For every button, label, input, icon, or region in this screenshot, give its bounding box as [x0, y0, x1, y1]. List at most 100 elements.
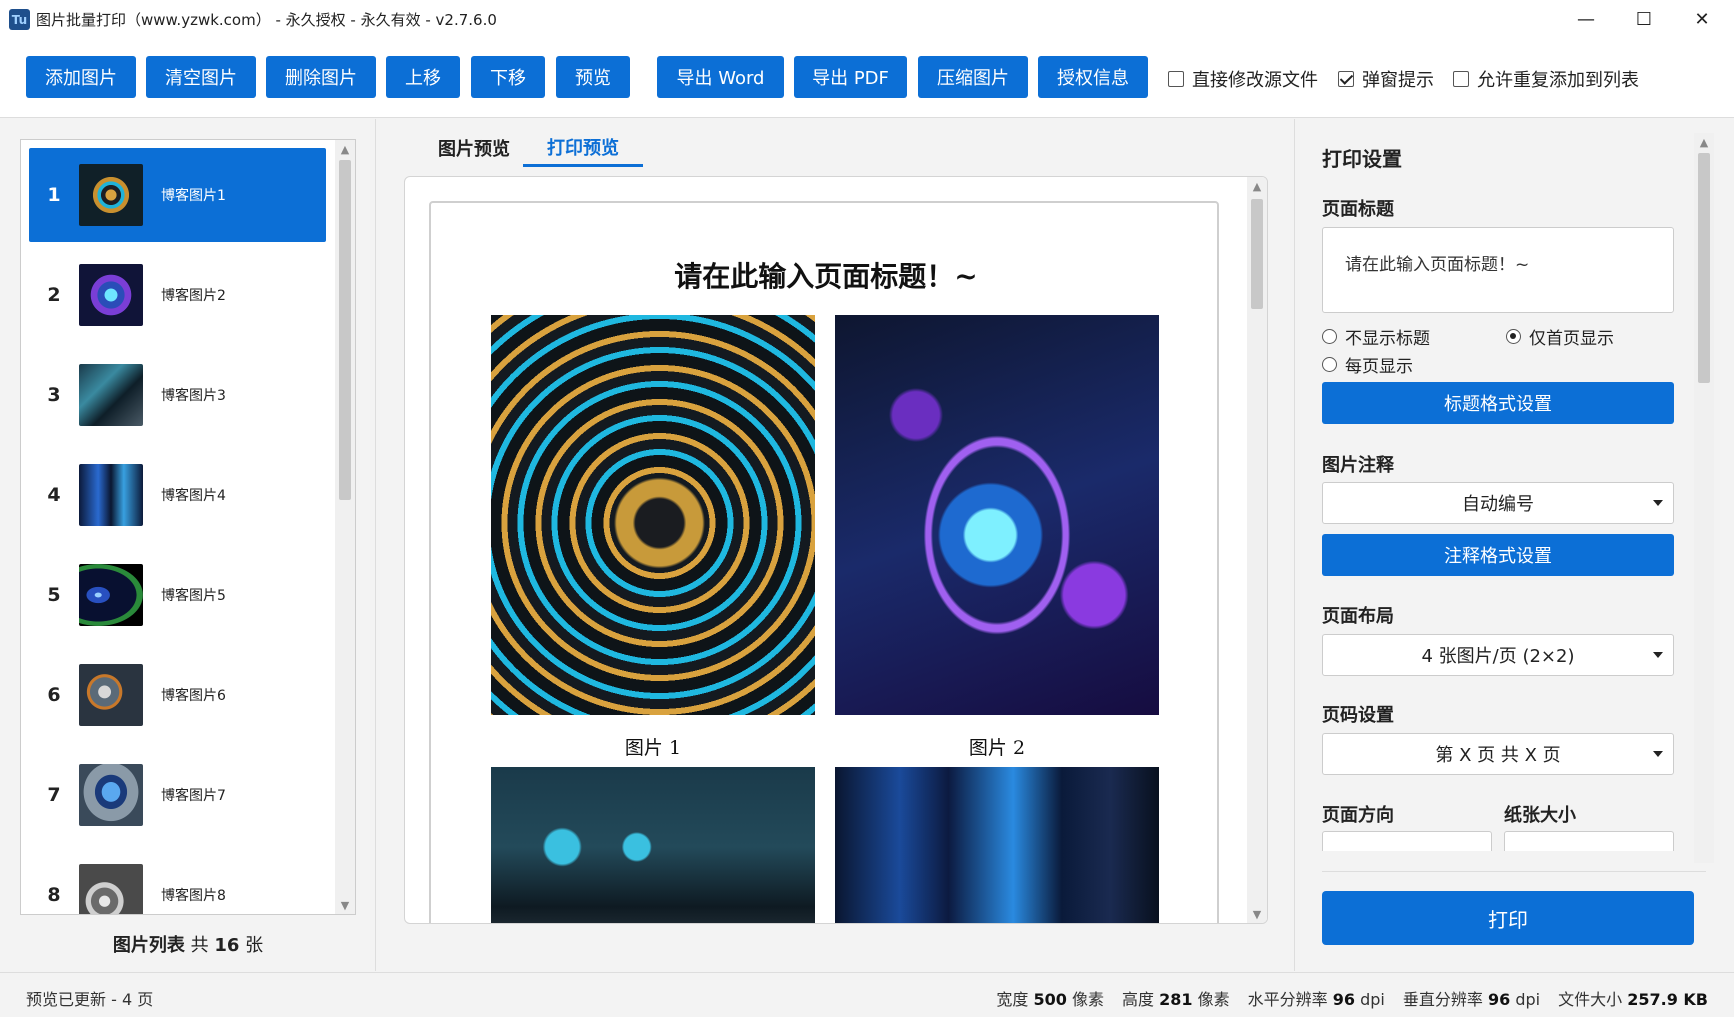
compress-images-button[interactable]: 压缩图片 — [918, 56, 1028, 98]
tab-image-preview[interactable]: 图片预览 — [417, 129, 531, 167]
scroll-up-icon[interactable]: ▲ — [1694, 133, 1714, 151]
settings-scrollbar[interactable]: ▲ — [1694, 133, 1714, 863]
list-item[interactable]: 1 博客图片1 — [29, 148, 326, 242]
filesize-info: 文件大小 257.9 KB — [1558, 990, 1708, 1009]
checkbox-box[interactable] — [1338, 71, 1354, 87]
preview-scrollbar[interactable]: ▲ ▼ — [1247, 177, 1267, 923]
select-value: 第 X 页 共 X 页 — [1435, 745, 1561, 766]
orientation-select[interactable] — [1322, 831, 1492, 851]
checkbox-box[interactable] — [1168, 71, 1184, 87]
thumbnail-image — [79, 264, 143, 326]
radio-dot[interactable] — [1322, 357, 1337, 372]
export-pdf-button[interactable]: 导出 PDF — [794, 56, 907, 98]
scroll-thumb[interactable] — [1251, 199, 1263, 309]
scroll-up-icon[interactable]: ▲ — [1247, 177, 1267, 195]
print-settings-panel: 打印设置 页面标题 请在此输入页面标题！~ 不显示标题 仅首页显示 每页显示 标… — [1296, 119, 1734, 971]
chevron-down-icon — [1653, 652, 1663, 658]
thumbnail-image — [79, 764, 143, 826]
radio-dot[interactable] — [1322, 329, 1337, 344]
list-item-label: 博客图片5 — [161, 588, 226, 604]
list-item[interactable]: 7 博客图片7 — [29, 748, 326, 842]
thumbnail-image — [79, 464, 143, 526]
export-word-button[interactable]: 导出 Word — [657, 56, 784, 98]
radio-every-page[interactable]: 每页显示 — [1322, 352, 1413, 377]
paper-size-select[interactable] — [1504, 831, 1674, 851]
title-bar: Tu 图片批量打印（www.yzwk.com） - 永久授权 - 永久有效 - … — [0, 0, 1734, 38]
preview-button[interactable]: 预览 — [556, 56, 630, 98]
width-info: 宽度 500 像素 — [996, 990, 1105, 1009]
layout-select[interactable]: 4 张图片/页 (2×2) — [1322, 634, 1674, 676]
move-up-button[interactable]: 上移 — [386, 56, 460, 98]
list-item-label: 博客图片6 — [161, 688, 226, 704]
title-format-button[interactable]: 标题格式设置 — [1322, 382, 1674, 424]
radio-first-page-only[interactable]: 仅首页显示 — [1506, 324, 1614, 349]
scroll-thumb[interactable] — [339, 160, 351, 500]
checkbox-box[interactable] — [1453, 71, 1469, 87]
list-item-label: 博客图片1 — [161, 188, 226, 204]
modify-source-checkbox[interactable]: 直接修改源文件 — [1168, 66, 1318, 92]
status-bar: 预览已更新 - 4 页 宽度 500 像素 高度 281 像素 水平分辨率 96… — [0, 972, 1734, 1017]
minimize-icon[interactable]: — — [1558, 0, 1614, 38]
list-item-label: 博客图片3 — [161, 388, 226, 404]
annotation-label: 图片注释 — [1322, 455, 1394, 476]
print-page: 请在此输入页面标题！~ 图片 1 图片 2 — [429, 201, 1219, 923]
list-item[interactable]: 3 博客图片3 — [29, 348, 326, 442]
image-list-title: 图片列表 — [112, 935, 185, 956]
image-list[interactable]: 1 博客图片1 2 博客图片2 3 博客图片3 4 博客图片4 5 博客图片5 … — [20, 139, 356, 915]
list-item[interactable]: 8 博客图片8 — [29, 848, 326, 914]
chevron-down-icon — [1653, 751, 1663, 757]
radio-no-title[interactable]: 不显示标题 — [1322, 324, 1430, 349]
preview-image-3 — [491, 767, 815, 923]
orientation-label: 页面方向 — [1322, 805, 1394, 826]
list-scrollbar[interactable]: ▲ ▼ — [335, 140, 355, 914]
image-count: 图片列表 共 16 张 — [0, 931, 376, 957]
annotation-select[interactable]: 自动编号 — [1322, 482, 1674, 524]
height-info: 高度 281 像素 — [1122, 990, 1230, 1009]
allow-duplicates-checkbox[interactable]: 允许重复添加到列表 — [1453, 66, 1639, 92]
preview-image-4 — [835, 767, 1159, 923]
list-item[interactable]: 2 博客图片2 — [29, 248, 326, 342]
paper-size-label: 纸张大小 — [1504, 805, 1576, 826]
clear-images-button[interactable]: 清空图片 — [146, 56, 256, 98]
page-title-input[interactable]: 请在此输入页面标题！~ — [1322, 227, 1674, 313]
move-down-button[interactable]: 下移 — [471, 56, 545, 98]
divider — [1322, 871, 1706, 872]
scroll-down-icon[interactable]: ▼ — [1247, 905, 1267, 923]
print-button[interactable]: 打印 — [1322, 891, 1694, 945]
radio-label: 仅首页显示 — [1529, 329, 1614, 349]
popup-tips-checkbox[interactable]: 弹窗提示 — [1338, 66, 1434, 92]
list-item[interactable]: 6 博客图片6 — [29, 648, 326, 742]
scroll-thumb[interactable] — [1698, 153, 1710, 383]
list-item-label: 博客图片4 — [161, 488, 226, 504]
image-caption-2: 图片 2 — [968, 737, 1026, 759]
scroll-down-icon[interactable]: ▼ — [335, 896, 355, 914]
page-number-select[interactable]: 第 X 页 共 X 页 — [1322, 733, 1674, 775]
list-item-number: 1 — [47, 184, 61, 206]
select-value: 4 张图片/页 (2×2) — [1421, 646, 1575, 667]
list-item-number: 8 — [47, 884, 61, 906]
page-title: 请在此输入页面标题！~ — [674, 260, 978, 293]
image-info: 宽度 500 像素 高度 281 像素 水平分辨率 96 dpi 垂直分辨率 9… — [996, 986, 1708, 1010]
page-number-label: 页码设置 — [1322, 705, 1394, 726]
vres-info: 垂直分辨率 96 dpi — [1402, 990, 1541, 1009]
list-item-number: 5 — [47, 584, 61, 606]
license-info-button[interactable]: 授权信息 — [1038, 56, 1148, 98]
close-icon[interactable]: ✕ — [1674, 0, 1730, 38]
annotation-format-button[interactable]: 注释格式设置 — [1322, 534, 1674, 576]
radio-label: 不显示标题 — [1345, 329, 1430, 349]
list-item-label: 博客图片7 — [161, 788, 226, 804]
chevron-down-icon — [1653, 500, 1663, 506]
delete-image-button[interactable]: 删除图片 — [266, 56, 376, 98]
image-caption-1: 图片 1 — [624, 737, 682, 759]
add-images-button[interactable]: 添加图片 — [26, 56, 136, 98]
list-item[interactable]: 4 博客图片4 — [29, 448, 326, 542]
preview-image-2 — [835, 315, 1159, 715]
scroll-up-icon[interactable]: ▲ — [335, 140, 355, 158]
count-prefix: 共 — [190, 935, 209, 956]
list-item[interactable]: 5 博客图片5 — [29, 548, 326, 642]
maximize-icon[interactable]: ☐ — [1616, 0, 1672, 38]
status-message: 预览已更新 - 4 页 — [26, 990, 154, 1009]
radio-dot[interactable] — [1506, 329, 1521, 344]
tab-print-preview[interactable]: 打印预览 — [523, 129, 643, 167]
thumbnail-image — [79, 564, 143, 626]
